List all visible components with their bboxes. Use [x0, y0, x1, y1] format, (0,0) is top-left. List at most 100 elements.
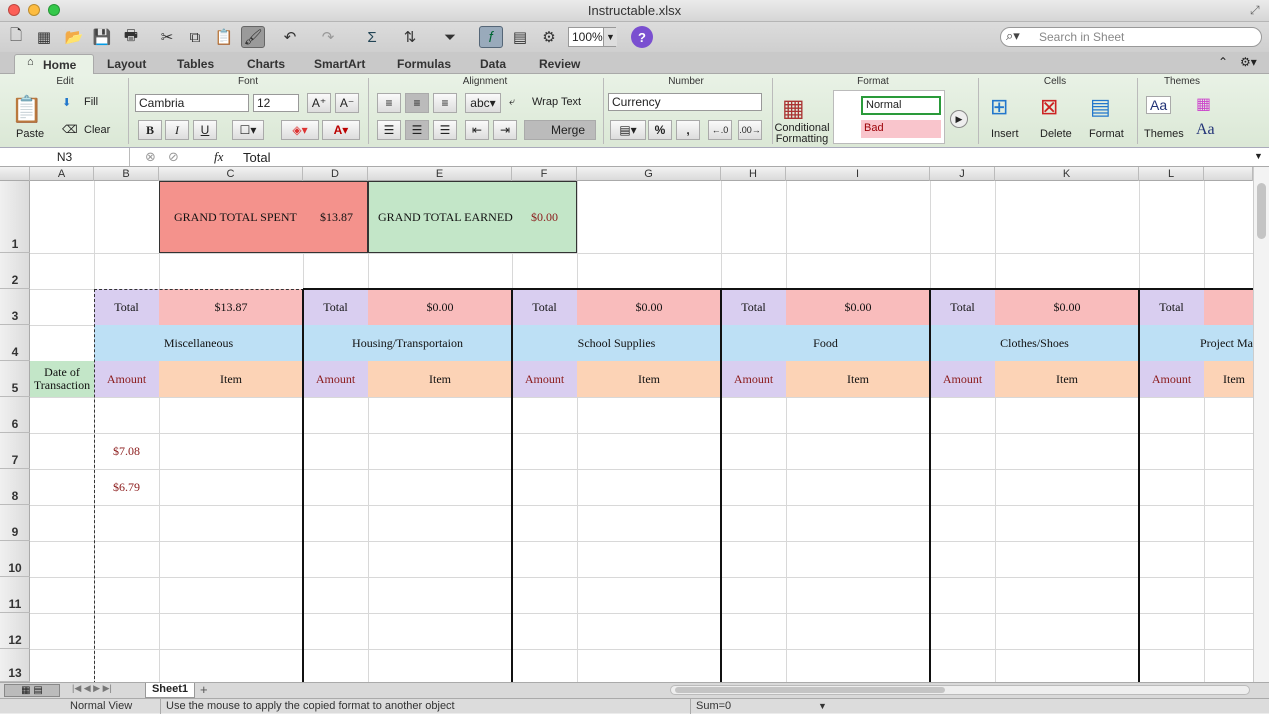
tab-home[interactable]: Home — [14, 54, 94, 74]
category-name-cell[interactable]: Clothes/Shoes — [930, 325, 1139, 361]
fill-button[interactable]: Fill — [84, 96, 98, 108]
styles-next-icon[interactable]: ▶ — [950, 110, 968, 128]
column-header[interactable]: E — [368, 167, 512, 181]
tab-data[interactable]: Data — [468, 54, 518, 74]
item-header[interactable]: Item — [995, 361, 1139, 397]
column-header[interactable]: D — [303, 167, 368, 181]
category-total-cell[interactable]: $0.00 — [368, 289, 512, 325]
chevron-down-icon[interactable]: ▼ — [603, 28, 617, 46]
category-total-cell[interactable]: $0.00 — [786, 289, 930, 325]
redo-icon[interactable]: ↷ — [316, 26, 340, 48]
increase-indent-icon[interactable]: ⇥ — [493, 120, 517, 140]
amount-header[interactable]: Amount — [1139, 361, 1204, 397]
grand-total-earned-cell[interactable]: GRAND TOTAL EARNED $0.00 — [368, 181, 577, 253]
currency-icon[interactable]: ▤▾ — [610, 120, 646, 140]
tab-smartart[interactable]: SmartArt — [302, 54, 377, 74]
column-header[interactable]: B — [94, 167, 159, 181]
gear-icon[interactable]: ⚙▾ — [1240, 55, 1257, 69]
insert-button[interactable]: Insert — [991, 128, 1019, 140]
theme-fonts-button[interactable]: Aa — [1196, 121, 1215, 139]
scrollbar-thumb[interactable] — [1257, 183, 1266, 239]
search-input[interactable]: Search in Sheet — [1000, 27, 1262, 47]
toolbox-icon[interactable]: ⚙ — [537, 26, 561, 48]
row-header[interactable]: 13 — [0, 649, 30, 682]
row-header[interactable]: 12 — [0, 613, 30, 649]
cut-icon[interactable]: ✂ — [155, 26, 179, 48]
column-header[interactable]: G — [577, 167, 721, 181]
tab-formulas[interactable]: Formulas — [385, 54, 463, 74]
expand-formula-icon[interactable]: ▼ — [1254, 151, 1263, 161]
add-sheet-button[interactable]: + — [200, 682, 208, 697]
fill-color-icon[interactable]: ◈▾ — [281, 120, 319, 140]
row-header[interactable]: 11 — [0, 577, 30, 613]
paste-icon[interactable]: 📋 — [212, 26, 236, 48]
align-top-icon[interactable]: ≡ — [377, 93, 401, 113]
view-buttons[interactable]: ▦ ▤ — [4, 684, 60, 697]
paste-button-label[interactable]: Paste — [16, 128, 44, 140]
category-name-cell[interactable]: School Supplies — [512, 325, 721, 361]
row-header[interactable]: 3 — [0, 289, 30, 325]
cancel-icon[interactable]: ⊗ — [145, 149, 156, 165]
fullscreen-icon[interactable]: ⤢ — [1250, 3, 1260, 18]
orientation-button[interactable]: abc ▾ — [465, 93, 501, 113]
style-normal[interactable]: Normal — [861, 96, 941, 115]
themes-button[interactable]: Themes — [1144, 128, 1184, 140]
total-label-cell[interactable]: Total — [930, 289, 995, 325]
style-bad[interactable]: Bad — [861, 120, 941, 138]
grand-total-spent-cell[interactable]: GRAND TOTAL SPENT $13.87 — [159, 181, 368, 253]
format-painter-icon[interactable]: 🖌 — [241, 26, 265, 48]
conditional-formatting-button[interactable]: Conditional Formatting — [773, 123, 831, 145]
amount-header[interactable]: Amount — [303, 361, 368, 397]
sheet-tab-sheet1[interactable]: Sheet1 — [145, 683, 195, 698]
row-header[interactable]: 10 — [0, 541, 30, 577]
delete-button[interactable]: Delete — [1040, 128, 1072, 140]
font-name-select[interactable]: Cambria — [135, 94, 249, 112]
total-label-cell[interactable]: Total — [303, 289, 368, 325]
decrease-font-size-icon[interactable]: A⁻ — [335, 93, 359, 113]
horizontal-scrollbar[interactable] — [670, 685, 1250, 695]
column-header[interactable]: F — [512, 167, 577, 181]
column-header[interactable] — [1204, 167, 1253, 181]
item-header[interactable]: Item — [577, 361, 721, 397]
align-bottom-icon[interactable]: ≡ — [433, 93, 457, 113]
align-right-icon[interactable]: ☰ — [433, 120, 457, 140]
amount-header[interactable]: Amount — [930, 361, 995, 397]
collapse-ribbon-icon[interactable]: ⌃ — [1218, 55, 1228, 69]
total-label-cell[interactable]: Total — [721, 289, 786, 325]
theme-colors-icon[interactable]: ▦ — [1196, 94, 1211, 114]
row-header[interactable]: 1 — [0, 181, 30, 253]
align-left-icon[interactable]: ☰ — [377, 120, 401, 140]
vertical-scrollbar[interactable] — [1253, 167, 1269, 682]
merge-button[interactable]: Merge — [524, 120, 596, 140]
column-header[interactable]: L — [1139, 167, 1204, 181]
category-total-cell[interactable]: $0.00 — [995, 289, 1139, 325]
underline-button[interactable]: U — [193, 120, 217, 140]
format-button[interactable]: Format — [1089, 128, 1124, 140]
scrollbar-thumb[interactable] — [675, 687, 945, 693]
number-format-select[interactable]: Currency — [608, 93, 762, 111]
category-total-cell[interactable] — [1204, 289, 1253, 325]
total-label-cell[interactable]: Total — [1139, 289, 1204, 325]
tab-layout[interactable]: Layout — [95, 54, 158, 74]
clear-button[interactable]: Clear — [84, 124, 110, 136]
column-header[interactable]: K — [995, 167, 1139, 181]
amount-header[interactable]: Amount — [512, 361, 577, 397]
category-name-cell[interactable]: Project Ma — [1139, 325, 1253, 361]
column-header[interactable]: C — [159, 167, 303, 181]
sheet-nav-icon[interactable]: |◀ ◀ ▶ ▶| — [72, 683, 112, 694]
row-header[interactable]: 8 — [0, 469, 30, 505]
select-all[interactable] — [0, 167, 30, 181]
italic-button[interactable]: I — [165, 120, 189, 140]
amount-header[interactable]: Amount — [721, 361, 786, 397]
category-name-cell[interactable]: Food — [721, 325, 930, 361]
formula-input[interactable]: Total — [243, 150, 270, 165]
paste-clipboard-icon[interactable]: 📋 — [10, 94, 44, 130]
function-icon[interactable]: 𝑓 — [479, 26, 503, 48]
column-header[interactable]: H — [721, 167, 786, 181]
sort-icon[interactable]: ⇅ — [398, 26, 422, 48]
function-wizard-icon[interactable]: fx — [214, 149, 223, 165]
print-icon[interactable]: 🖶 — [119, 26, 143, 48]
filter-icon[interactable]: ⏷ — [438, 26, 462, 48]
row-header[interactable]: 6 — [0, 397, 30, 433]
category-name-cell[interactable]: Housing/Transportaion — [303, 325, 512, 361]
